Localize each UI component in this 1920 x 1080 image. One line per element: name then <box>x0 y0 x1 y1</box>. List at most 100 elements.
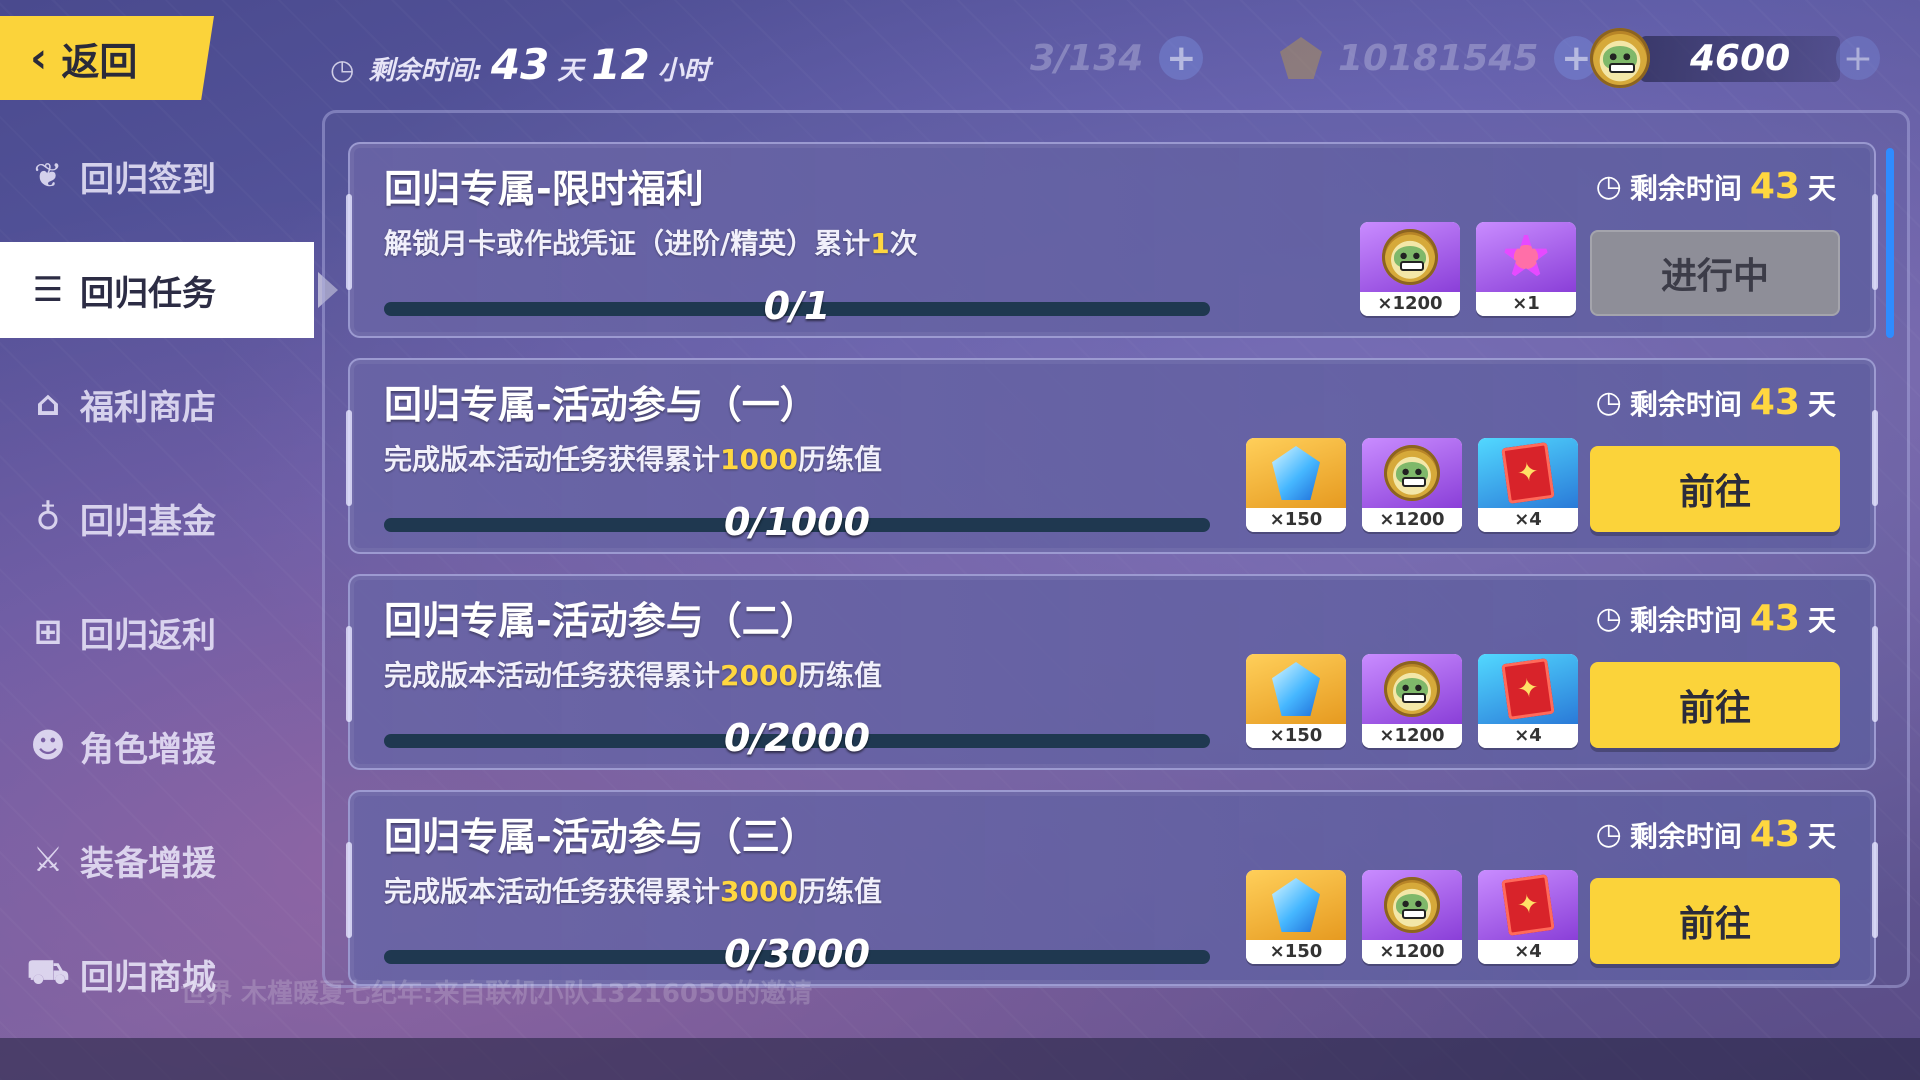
card-edge-right <box>1872 626 1878 722</box>
sidebar-item-shop[interactable]: ⌂ 福利商店 <box>0 356 316 452</box>
coin-resource: 4600 + <box>1590 26 1880 90</box>
reward-item[interactable]: ×150 <box>1246 870 1346 964</box>
timer-days-unit: 天 <box>557 56 584 86</box>
time-unit: 天 <box>1807 387 1836 421</box>
sidebar-item-character[interactable]: ☻ 角色增援 <box>0 698 316 794</box>
timer-label: 剩余时间: <box>368 56 483 86</box>
card-edge-left <box>346 842 352 938</box>
sidebar-item-tasks[interactable]: ☰ 回归任务 <box>0 242 338 338</box>
task-title: 回归专属-活动参与（二） <box>384 599 818 643</box>
sidebar-item-rebate[interactable]: ⊞ 回归返利 <box>0 584 316 680</box>
reward-qty: ×1200 <box>1362 940 1462 964</box>
task-card: 回归专属-限时福利 解锁月卡或作战凭证（进阶/精英）累计1次 0/1 ×1200… <box>346 142 1878 338</box>
reward-qty: ×1200 <box>1360 292 1460 316</box>
weapon-icon: ⚔ <box>32 840 64 880</box>
task-description: 完成版本活动任务获得累计1000历练值 <box>384 438 882 478</box>
reward-list: ×150 ×1200 ✦ ×4 <box>1246 438 1578 532</box>
go-button[interactable]: 前往 <box>1590 662 1840 748</box>
coin-icon <box>1384 445 1440 501</box>
task-desc-text: 完成版本活动任务获得累计 <box>384 875 721 908</box>
task-desc-target: 1000 <box>720 443 798 476</box>
time-days: 43 <box>1749 166 1800 207</box>
card-edge-left <box>346 410 352 506</box>
reward-art <box>1476 222 1576 292</box>
sidebar-item-checkin[interactable]: ❦ 回归签到 <box>0 128 316 224</box>
coin-icon <box>1384 661 1440 717</box>
crystal-icon <box>1272 662 1320 716</box>
crystal-resource: 10181545 + <box>1280 30 1599 86</box>
time-label: 剩余时间 <box>1629 387 1742 421</box>
ticket-icon: ✦ <box>1501 658 1555 720</box>
coin-value: 4600 <box>1690 37 1791 79</box>
reward-qty: ×1200 <box>1362 508 1462 532</box>
time-unit: 天 <box>1807 819 1836 853</box>
reward-item[interactable]: ✦ ×4 <box>1478 870 1578 964</box>
sidebar-item-label: 装备增援 <box>80 843 216 884</box>
add-coin-icon[interactable]: + <box>1836 36 1880 80</box>
card-edge-right <box>1872 194 1878 290</box>
back-button[interactable]: ‹ 返回 <box>0 16 214 100</box>
clock-icon: ◷ <box>1595 385 1622 420</box>
clock-icon: ◷ <box>1595 169 1622 204</box>
sidebar-item-label: 福利商店 <box>80 387 216 428</box>
crystal-icon <box>1280 37 1322 79</box>
chevron-left-icon: ‹ <box>30 33 48 82</box>
sidebar-item-label: 回归签到 <box>80 159 216 200</box>
card-edge-right <box>1872 410 1878 506</box>
clock-icon: ◷ <box>330 53 355 86</box>
add-stamina-icon[interactable]: + <box>1159 36 1204 80</box>
task-time-left: ◷ 剩余时间 43 天 <box>1596 598 1836 639</box>
ticket-icon: ✦ <box>1501 874 1555 936</box>
task-desc-suffix: 次 <box>889 227 918 260</box>
reward-qty: ×150 <box>1246 940 1346 964</box>
task-card: 回归专属-活动参与（三） 完成版本活动任务获得累计3000历练值 0/3000 … <box>346 790 1878 986</box>
bottom-control-strip <box>0 1038 1920 1080</box>
reward-item[interactable]: ×1200 <box>1362 654 1462 748</box>
task-desc-suffix: 历练值 <box>797 659 882 692</box>
task-description: 完成版本活动任务获得累计3000历练值 <box>384 870 882 910</box>
wings-icon: ❦ <box>33 156 63 196</box>
task-description: 解锁月卡或作战凭证（进阶/精英）累计1次 <box>384 222 918 262</box>
progress-text: 0/2000 <box>723 716 871 760</box>
back-label: 返回 <box>61 39 138 84</box>
reward-qty: ×150 <box>1246 724 1346 748</box>
card-edge-right <box>1872 842 1878 938</box>
sidebar-item-fund[interactable]: ♁ 回归基金 <box>0 470 316 566</box>
task-time-left: ◷ 剩余时间 43 天 <box>1596 382 1836 423</box>
reward-item[interactable]: ×150 <box>1246 438 1346 532</box>
time-unit: 天 <box>1807 603 1836 637</box>
clock-icon: ◷ <box>1595 817 1622 852</box>
reward-item[interactable]: ✦ ×4 <box>1478 654 1578 748</box>
sidebar-item-label: 回归任务 <box>80 273 216 314</box>
stamina-value: 3/134 <box>1030 37 1144 79</box>
progress-text: 0/3000 <box>723 932 871 976</box>
gift-icon: ⊞ <box>33 612 63 652</box>
go-button[interactable]: 前往 <box>1590 878 1840 964</box>
reward-item[interactable]: ×1200 <box>1362 438 1462 532</box>
task-desc-target: 1 <box>870 227 890 260</box>
reward-art <box>1362 654 1462 724</box>
reward-art <box>1246 870 1346 940</box>
scrollbar[interactable] <box>1886 148 1894 338</box>
task-card: 回归专属-活动参与（二） 完成版本活动任务获得累计2000历练值 0/2000 … <box>346 574 1878 770</box>
task-desc-suffix: 历练值 <box>797 443 882 476</box>
go-button[interactable]: 前往 <box>1590 446 1840 532</box>
timer-hours-unit: 小时 <box>657 56 710 86</box>
reward-item[interactable]: ×1200 <box>1360 222 1460 316</box>
coin-icon <box>1590 28 1650 88</box>
reward-qty: ×4 <box>1478 724 1578 748</box>
sidebar-item-label: 回归基金 <box>80 501 216 542</box>
reward-item[interactable]: ×1 <box>1476 222 1576 316</box>
reward-item[interactable]: ×1200 <box>1362 870 1462 964</box>
sidebar-item-weapon[interactable]: ⚔ 装备增援 <box>0 812 316 908</box>
reward-list: ×150 ×1200 ✦ ×4 <box>1246 654 1578 748</box>
in-progress-button[interactable]: 进行中 <box>1590 230 1840 316</box>
reward-item[interactable]: ✦ ×4 <box>1478 438 1578 532</box>
task-time-left: ◷ 剩余时间 43 天 <box>1596 814 1836 855</box>
burst-icon <box>1499 229 1553 280</box>
reward-item[interactable]: ×150 <box>1246 654 1346 748</box>
reward-art: ✦ <box>1478 654 1578 724</box>
card-edge-left <box>346 626 352 722</box>
task-desc-text: 完成版本活动任务获得累计 <box>384 659 721 692</box>
reward-qty: ×150 <box>1246 508 1346 532</box>
